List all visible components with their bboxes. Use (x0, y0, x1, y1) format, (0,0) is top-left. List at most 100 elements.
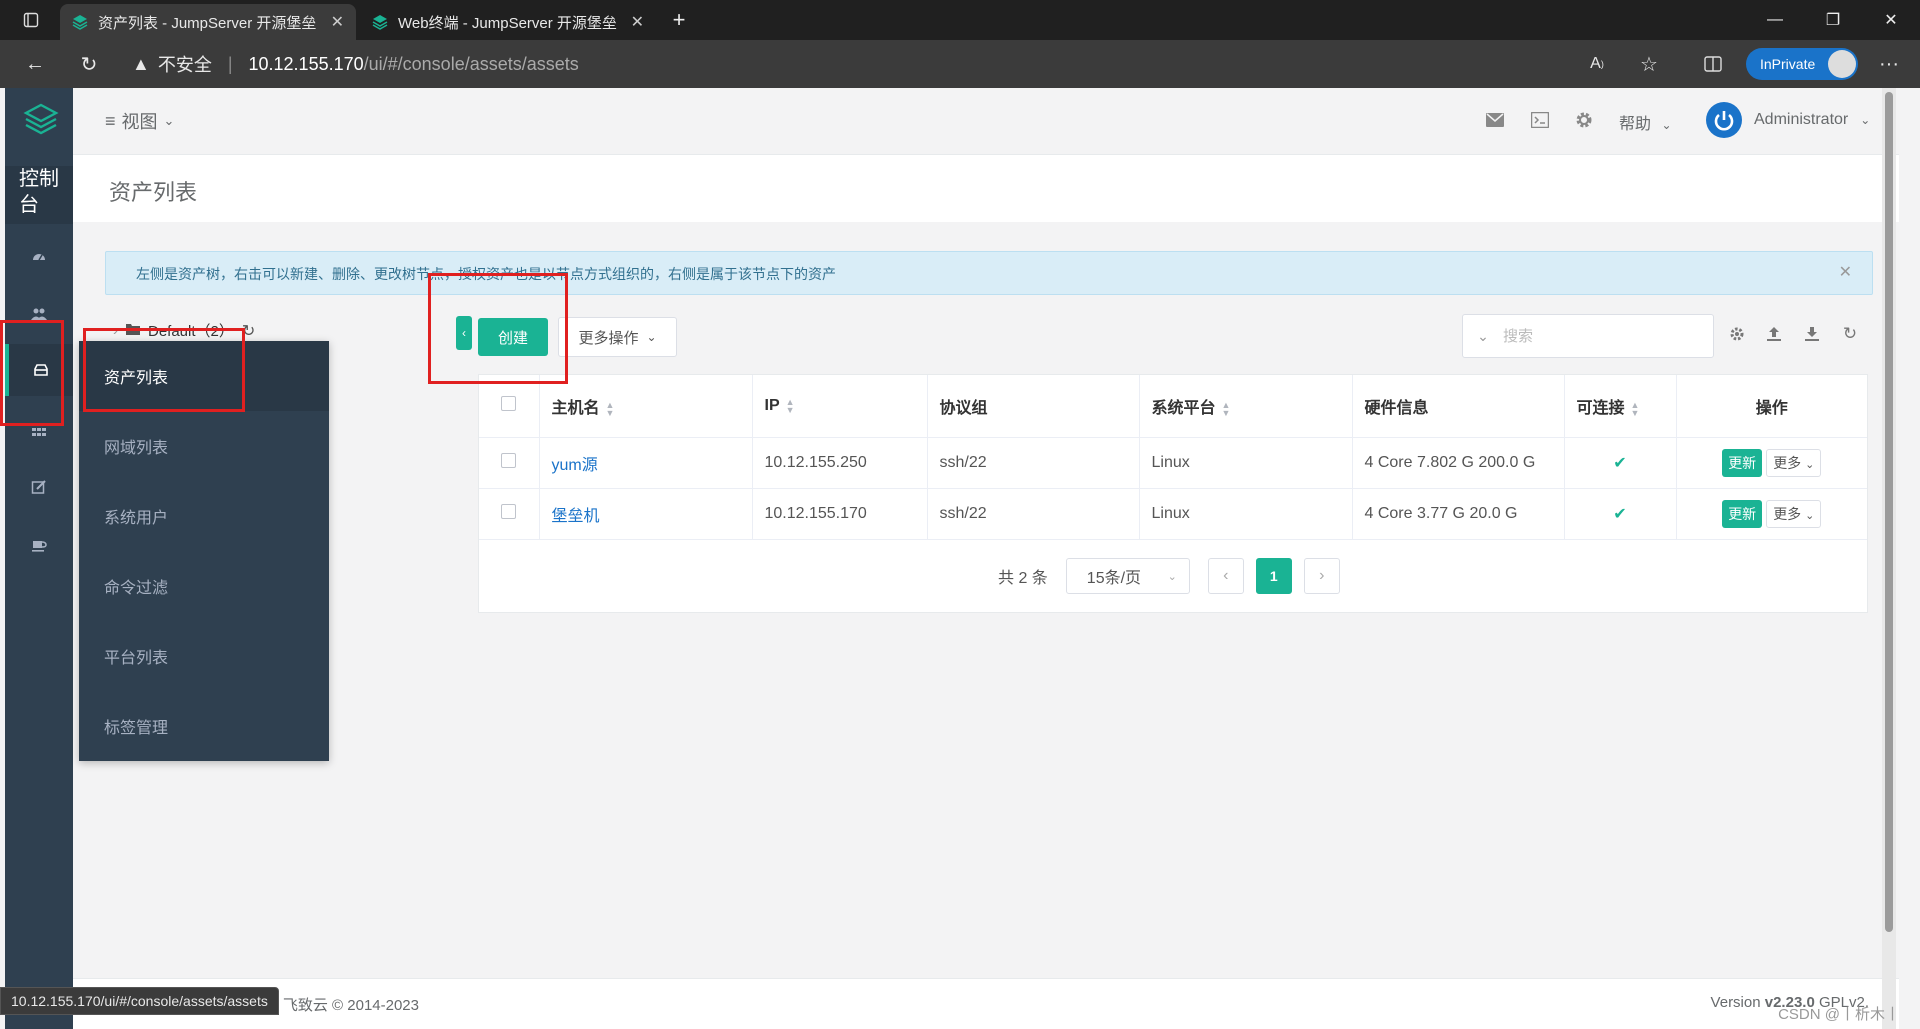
row-checkbox[interactable] (501, 503, 517, 519)
sort-icon[interactable]: ▲ ▼ (786, 397, 795, 414)
table-header-row: 主机名 ▲ ▼ IP ▲ ▼ 协议组 系统平台 ▲ ▼ 硬件信息 可连接 ▲ ▼ 操作 (479, 375, 1867, 438)
inprivate-label: InPrivate (1760, 56, 1816, 72)
more-actions-label: 更多操作 (578, 329, 639, 347)
hostname-link[interactable]: yum源 (552, 457, 598, 474)
url-separator: | (227, 53, 233, 74)
close-window-icon[interactable]: ✕ (1868, 0, 1914, 40)
annotation-box-create (428, 273, 568, 384)
annotation-box-sidebar (0, 320, 64, 426)
status-bar-url: 10.12.155.170/ui/#/console/assets/assets (0, 987, 279, 1015)
coffee-icon[interactable] (5, 519, 73, 571)
more-dropdown[interactable]: 更多 ⌄ (1766, 448, 1822, 477)
favorite-star-icon[interactable]: ☆ (1632, 48, 1666, 80)
browser-tab-assets[interactable]: 资产列表 - JumpServer 开源堡垒 ✕ (60, 4, 356, 40)
minimize-icon[interactable]: — (1752, 0, 1798, 40)
update-button[interactable]: 更新 (1722, 448, 1763, 477)
submenu-item-system-users[interactable]: 系统用户 (79, 481, 329, 551)
protocols-cell: ssh/22 (927, 437, 1140, 489)
connectable-cell: ✔ (1564, 437, 1677, 489)
total-count: 共 2 条 (998, 570, 1048, 587)
refresh-icon[interactable]: ↻ (72, 48, 106, 80)
browser-address-bar: ← ↻ ▲ 不安全 | 10.12.155.170 /ui/#/console/… (0, 40, 1920, 88)
chevron-down-icon: ⌄ (1805, 458, 1815, 471)
chevron-down-icon[interactable]: ⌄ (1463, 328, 1503, 345)
column-hardware: 硬件信息 (1352, 375, 1565, 438)
avatar (1706, 102, 1742, 138)
chevron-down-icon: ⌄ (646, 330, 657, 344)
row-select-cell (479, 437, 540, 489)
edit-icon[interactable] (5, 461, 73, 513)
sort-icon[interactable]: ▲ ▼ (1631, 400, 1640, 417)
column-platform[interactable]: 系统平台 ▲ ▼ (1139, 375, 1353, 438)
warning-icon: ▲ (132, 53, 150, 74)
chevron-down-icon: ⌄ (1860, 113, 1871, 127)
select-all-checkbox[interactable] (501, 395, 517, 411)
jumpserver-logo-icon (23, 103, 59, 135)
user-menu[interactable]: Administrator ⌄ (1706, 102, 1870, 138)
search-input[interactable] (1503, 327, 1693, 345)
refresh-icon[interactable]: ↻ (1840, 324, 1860, 344)
page-title-bar: 资产列表 (73, 154, 1899, 222)
restore-icon[interactable]: ❐ (1810, 0, 1856, 40)
read-aloud-icon[interactable]: A) (1580, 48, 1614, 80)
ip-cell: 10.12.155.170 (752, 488, 928, 540)
sort-icon[interactable]: ▲ ▼ (606, 400, 615, 417)
upload-icon[interactable] (1764, 324, 1784, 344)
more-actions-dropdown[interactable]: 更多操作 ⌄ (558, 317, 677, 357)
page-size-select[interactable]: 15条/页 ⌄ (1065, 558, 1190, 594)
search-field[interactable]: ⌄ (1462, 314, 1714, 358)
new-tab-icon[interactable]: + (656, 0, 702, 40)
chevron-down-icon: ⌄ (1167, 570, 1177, 583)
tab-actions-icon[interactable] (8, 0, 54, 40)
settings-icon[interactable] (1727, 324, 1747, 344)
hardware-cell: 4 Core 3.77 G 20.0 G (1352, 488, 1565, 540)
close-icon[interactable]: ✕ (1839, 262, 1852, 282)
split-screen-icon[interactable] (1696, 48, 1730, 80)
column-connectable[interactable]: 可连接 ▲ ▼ (1564, 375, 1677, 438)
hostname-link[interactable]: 堡垒机 (552, 508, 600, 525)
prev-page-button[interactable]: ‹ (1207, 558, 1244, 594)
column-ip[interactable]: IP ▲ ▼ (752, 375, 928, 438)
column-hostname[interactable]: 主机名 ▲ ▼ (539, 375, 753, 438)
update-button[interactable]: 更新 (1722, 499, 1763, 528)
sort-icon[interactable]: ▲ ▼ (1222, 400, 1231, 417)
browser-tab-web-terminal[interactable]: Web终端 - JumpServer 开源堡垒 ✕ (360, 4, 656, 40)
browser-tab-bar: 资产列表 - JumpServer 开源堡垒 ✕ Web终端 - JumpSer… (0, 0, 1920, 40)
url-field[interactable]: ▲ 不安全 | 10.12.155.170 /ui/#/console/asse… (132, 46, 1662, 82)
settings-more-icon[interactable]: ··· (1872, 48, 1906, 80)
mail-icon[interactable] (1485, 110, 1505, 130)
row-checkbox[interactable] (501, 452, 517, 468)
close-tab-icon[interactable]: ✕ (331, 12, 344, 32)
url-host: 10.12.155.170 (248, 53, 364, 74)
table-row: 堡垒机 10.12.155.170 ssh/22 Linux 4 Core 3.… (479, 488, 1867, 540)
view-menu-toggle[interactable]: ≡ 视图 ⌄ (105, 108, 174, 134)
dashboard-icon[interactable] (5, 230, 73, 282)
terminal-icon[interactable] (1530, 110, 1550, 130)
submenu-item-label-management[interactable]: 标签管理 (79, 691, 329, 761)
inprivate-badge[interactable]: InPrivate (1746, 48, 1858, 80)
gear-icon[interactable] (1574, 110, 1594, 130)
pagination: 共 2 条 15条/页 ⌄ ‹ 1 › (998, 558, 1340, 594)
submenu-item-domain-list[interactable]: 网域列表 (79, 411, 329, 481)
close-tab-icon[interactable]: ✕ (631, 12, 644, 32)
download-icon[interactable] (1802, 324, 1822, 344)
submenu-item-platform-list[interactable]: 平台列表 (79, 621, 329, 691)
select-all-cell (479, 375, 540, 438)
watermark-text: CSDN @丨析木丨 (1778, 1006, 1900, 1023)
help-menu[interactable]: 帮助 ⌄ (1619, 110, 1672, 134)
platform-cell: Linux (1139, 488, 1353, 540)
chevron-down-icon: ⌄ (163, 113, 175, 128)
next-page-button[interactable]: › (1303, 558, 1340, 594)
back-icon[interactable]: ← (18, 48, 52, 80)
submenu-item-command-filters[interactable]: 命令过滤 (79, 551, 329, 621)
more-dropdown[interactable]: 更多 ⌄ (1766, 499, 1822, 528)
check-icon: ✔ (1613, 454, 1627, 472)
scrollbar-thumb[interactable] (1885, 92, 1893, 932)
tab-title: Web终端 - JumpServer 开源堡垒 (398, 14, 617, 32)
tab-title: 资产列表 - JumpServer 开源堡垒 (98, 14, 317, 32)
jumpserver-favicon-icon (372, 15, 388, 30)
page-scrollbar[interactable] (1882, 88, 1896, 1029)
hostname-cell: yum源 (539, 437, 753, 489)
page-number-button[interactable]: 1 (1255, 558, 1292, 594)
page-size-value: 15条/页 (1086, 570, 1142, 587)
